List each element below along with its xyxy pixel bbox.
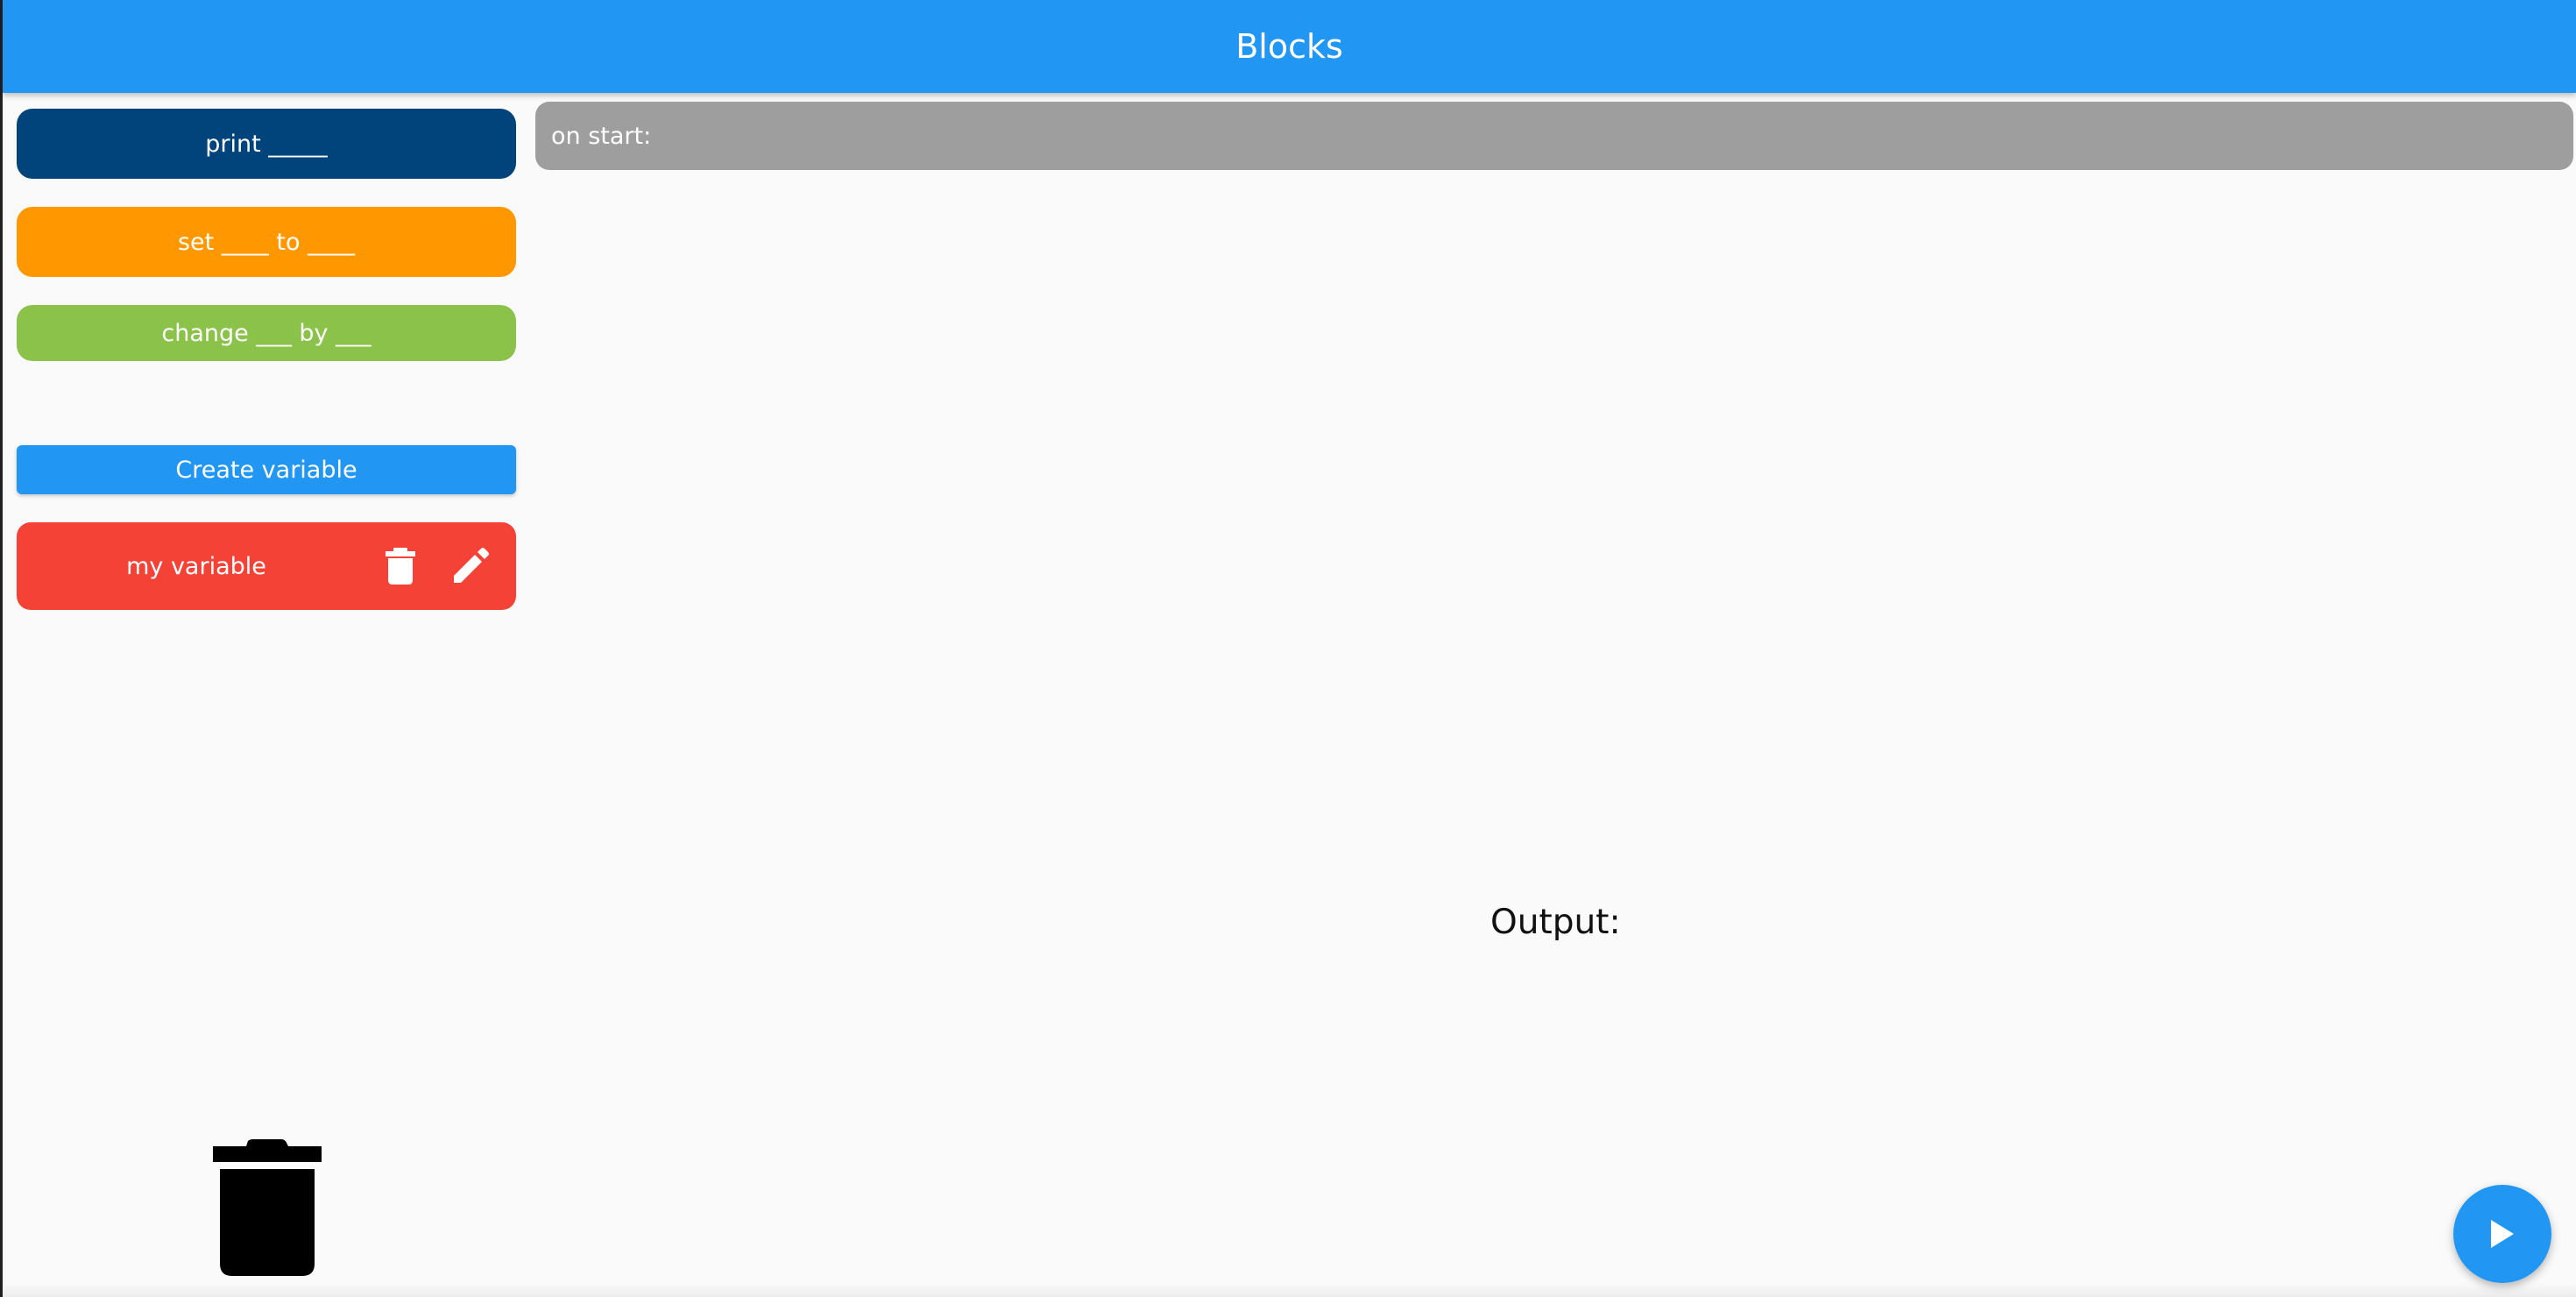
play-icon: [2491, 1220, 2514, 1248]
pencil-icon: [454, 548, 489, 583]
variable-block[interactable]: my variable: [17, 522, 516, 610]
change-block-label: change ___ by ___: [161, 319, 372, 347]
create-variable-label: Create variable: [175, 456, 357, 484]
trash-can-dropzone[interactable]: [213, 1139, 322, 1278]
output-label: Output:: [1490, 903, 1621, 942]
edit-variable-button[interactable]: [449, 544, 492, 588]
on-start-label: on start:: [551, 122, 652, 150]
delete-variable-button[interactable]: [379, 544, 422, 588]
app-title: Blocks: [1235, 27, 1343, 66]
bottom-shadow: [3, 1283, 2576, 1297]
trash-can-icon: [213, 1139, 322, 1276]
app-root: Blocks print _____ set ____ to ____ chan…: [0, 0, 2576, 1297]
change-block[interactable]: change ___ by ___: [17, 305, 516, 361]
run-button[interactable]: [2453, 1185, 2551, 1283]
print-block[interactable]: print _____: [17, 109, 516, 179]
on-start-block[interactable]: on start:: [535, 102, 2573, 170]
app-bar: Blocks: [3, 0, 2576, 93]
create-variable-button[interactable]: Create variable: [17, 445, 516, 494]
set-block-label: set ____ to ____: [177, 228, 356, 256]
print-block-label: print _____: [205, 130, 328, 158]
set-block[interactable]: set ____ to ____: [17, 207, 516, 277]
trash-icon: [386, 548, 415, 585]
variable-name: my variable: [126, 552, 266, 580]
